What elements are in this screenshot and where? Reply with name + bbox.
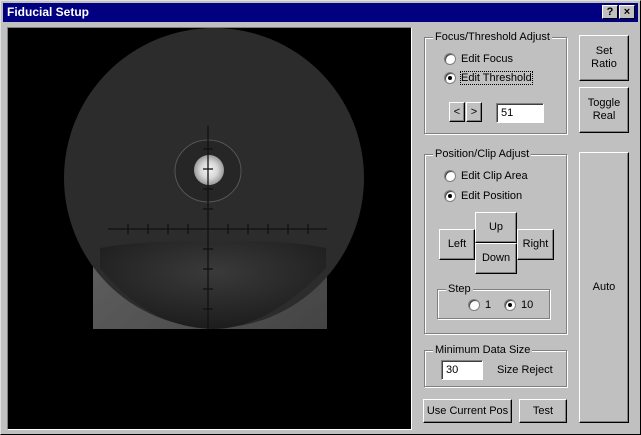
threshold-value-field[interactable]: 51 (496, 103, 544, 123)
step-group: Step 1 10 (437, 283, 550, 319)
position-clip-label: Position/Clip Adjust (433, 148, 532, 160)
focus-threshold-label: Focus/Threshold Adjust (433, 31, 552, 43)
step-10-radio-dot[interactable] (504, 299, 516, 311)
threshold-decrement-button[interactable]: < (449, 102, 465, 122)
camera-image (64, 28, 364, 329)
toggle-real-button[interactable]: Toggle Real (579, 87, 629, 133)
edit-focus-radio[interactable]: Edit Focus (444, 53, 513, 65)
help-button[interactable]: ? (602, 5, 618, 19)
step-1-label: 1 (485, 299, 492, 311)
threshold-increment-button[interactable]: > (466, 102, 482, 122)
title-bar[interactable]: Fiducial Setup ? × (3, 3, 638, 22)
step-10-radio[interactable]: 10 (504, 299, 533, 311)
min-data-size-field[interactable]: 30 (441, 360, 483, 380)
step-1-radio[interactable]: 1 (468, 299, 491, 311)
min-data-size-group: Minimum Data Size 30 Size Reject (424, 344, 567, 387)
size-reject-label: Size Reject (497, 364, 553, 376)
edit-clip-area-radio[interactable]: Edit Clip Area (444, 170, 528, 182)
edit-threshold-radio-dot[interactable] (444, 72, 456, 84)
edit-clip-area-radio-dot[interactable] (444, 170, 456, 182)
set-ratio-button[interactable]: Set Ratio (579, 35, 629, 81)
fiducial-setup-window: Fiducial Setup ? × Focus/Threshold Adjus… (0, 0, 641, 435)
window-title: Fiducial Setup (7, 5, 90, 19)
edit-threshold-label: Edit Threshold (460, 71, 533, 85)
focus-threshold-group: Focus/Threshold Adjust Edit Focus Edit T… (424, 31, 567, 134)
edit-threshold-radio[interactable]: Edit Threshold (444, 71, 533, 85)
edit-clip-area-label: Edit Clip Area (461, 170, 528, 182)
step-label: Step (446, 283, 473, 295)
up-button[interactable]: Up (475, 212, 517, 243)
down-button[interactable]: Down (475, 243, 517, 274)
edit-position-label: Edit Position (461, 190, 523, 202)
left-button[interactable]: Left (439, 229, 475, 260)
test-button[interactable]: Test (519, 399, 567, 423)
edit-focus-label: Edit Focus (461, 53, 513, 65)
use-current-pos-button[interactable]: Use Current Pos (423, 399, 512, 423)
step-1-radio-dot[interactable] (468, 299, 480, 311)
edit-position-radio-dot[interactable] (444, 190, 456, 202)
min-data-size-label: Minimum Data Size (433, 344, 533, 356)
step-10-label: 10 (521, 299, 534, 311)
auto-button[interactable]: Auto (579, 152, 629, 423)
camera-viewport[interactable] (7, 27, 412, 430)
fiducial-dot (194, 155, 224, 185)
right-button[interactable]: Right (517, 229, 554, 260)
position-clip-group: Position/Clip Adjust Edit Clip Area Edit… (424, 148, 567, 334)
edit-focus-radio-dot[interactable] (444, 53, 456, 65)
edit-position-radio[interactable]: Edit Position (444, 190, 522, 202)
close-button[interactable]: × (619, 5, 635, 19)
